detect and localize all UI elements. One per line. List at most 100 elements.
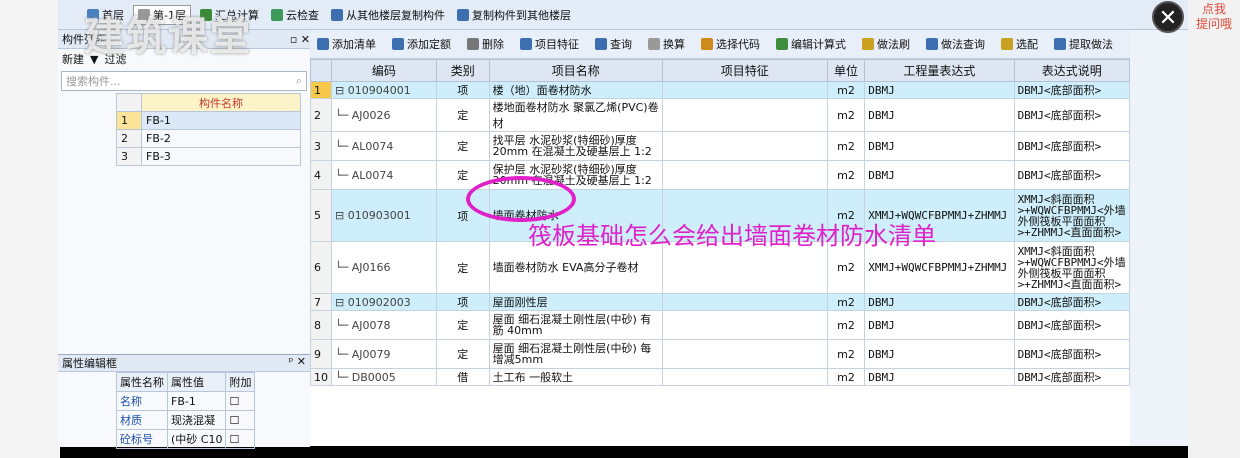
main-toolbar-item[interactable]: 添加清单 xyxy=(314,34,379,54)
property-name: 名称 xyxy=(116,391,168,411)
main-toolbar-item[interactable]: 选择代码 xyxy=(698,34,763,54)
name-cell[interactable]: 屋面 细石混凝土刚性层(中砂) 有筋 40mm xyxy=(488,310,663,340)
property-checkbox[interactable]: ☐ xyxy=(225,410,256,430)
code-cell[interactable]: └─ AJ0079 xyxy=(331,339,437,369)
main-toolbar-item[interactable]: 删除 xyxy=(464,34,507,54)
code-cell[interactable]: └─ DB0005 xyxy=(331,368,437,386)
panel-close-icon[interactable]: ▫ ✕ xyxy=(290,33,310,46)
main-toolbar-item[interactable]: 换算 xyxy=(645,34,688,54)
type-cell: 定 xyxy=(435,339,490,369)
property-row[interactable]: 名称 FB-1 ☐ xyxy=(116,391,256,411)
expression-cell[interactable]: DBMJ xyxy=(864,368,1015,386)
main-toolbar-item[interactable]: 项目特征 xyxy=(517,34,582,54)
table-row[interactable]: 4 └─ AL0074 定保护层 水泥砂浆(特细砂)厚度20mm 在混凝土及硬基层上… xyxy=(310,160,1131,190)
code-cell[interactable]: └─ AJ0078 xyxy=(331,310,437,340)
table-row[interactable]: 3 └─ AL0074 定找平层 水泥砂浆(特细砂)厚度20mm 在混凝土及硬基层上… xyxy=(310,131,1131,161)
component-row[interactable]: 2 FB-2 xyxy=(116,129,301,148)
tree-line-icon: └─ xyxy=(335,347,352,361)
property-column-header: 附加 xyxy=(225,372,256,392)
property-value[interactable]: (中砂 C10 xyxy=(166,429,227,449)
feature-cell[interactable] xyxy=(661,293,828,311)
expression-cell[interactable]: DBMJ xyxy=(864,131,1015,161)
component-name[interactable]: FB-2 xyxy=(141,129,301,148)
property-row[interactable]: 砼标号 (中砂 C10 ☐ xyxy=(116,429,256,449)
top-toolbar-item[interactable]: 云检查 xyxy=(268,5,322,25)
expression-cell[interactable]: DBMJ xyxy=(864,98,1015,132)
main-toolbar-item[interactable]: 添加定额 xyxy=(389,34,454,54)
top-toolbar-item[interactable]: 复制构件到其他楼层 xyxy=(454,5,574,25)
expression-cell[interactable]: DBMJ xyxy=(864,81,1015,99)
row-index: 2 xyxy=(310,98,332,132)
component-row[interactable]: 1 FB-1 xyxy=(116,111,301,130)
search-icon[interactable]: ⌕ xyxy=(296,74,302,88)
component-row[interactable]: 3 FB-3 xyxy=(116,147,301,166)
main-toolbar-item[interactable]: 编辑计算式 xyxy=(773,34,849,54)
pin-icon[interactable]: ᵖ ✕ xyxy=(289,355,306,371)
property-value[interactable]: 现浇混凝 xyxy=(166,410,227,430)
component-search-input[interactable]: 搜索构件... ⌕ xyxy=(61,71,307,91)
property-value[interactable]: FB-1 xyxy=(166,391,227,411)
code-cell[interactable]: └─ AJ0026 xyxy=(331,98,437,132)
code-cell[interactable]: ⊟ 010904001 xyxy=(331,81,437,99)
unit-cell: m2 xyxy=(826,339,866,369)
unit-cell: m2 xyxy=(826,98,866,132)
toolbar-icon xyxy=(1054,38,1066,50)
toolbar-label: 删除 xyxy=(482,38,504,51)
property-checkbox[interactable]: ☐ xyxy=(225,391,256,411)
table-header-row: 编码 类别 项目名称 项目特征 单位 工程量表达式 表达式说明 xyxy=(310,59,1131,82)
expression-desc-cell: DBMJ<底部面积> xyxy=(1013,160,1131,190)
table-row[interactable]: 1 ⊟ 010904001 项楼（地）面卷材防水 m2 DBMJ DBMJ<底部面积> xyxy=(310,81,1131,99)
expression-cell[interactable]: DBMJ xyxy=(864,293,1015,311)
type-cell: 定 xyxy=(435,241,490,294)
table-row[interactable]: 9 └─ AJ0079 定屋面 细石混凝土刚性层(中砂) 每增减5mm m2 DBMJ D… xyxy=(310,339,1131,369)
code-value: 010904001 xyxy=(347,83,411,97)
main-toolbar-item[interactable]: 做法查询 xyxy=(923,34,988,54)
component-name[interactable]: FB-3 xyxy=(141,147,301,166)
collapse-icon[interactable]: ⊟ xyxy=(335,296,348,309)
component-name[interactable]: FB-1 xyxy=(141,111,301,130)
feature-cell[interactable] xyxy=(661,310,828,340)
component-tool-button[interactable]: 新建 xyxy=(62,51,84,67)
main-toolbar-item[interactable]: 做法刷 xyxy=(859,34,913,54)
expression-cell[interactable]: DBMJ xyxy=(864,339,1015,369)
name-cell[interactable]: 屋面 细石混凝土刚性层(中砂) 每增减5mm xyxy=(488,339,663,369)
table-row[interactable]: 2 └─ AJ0026 定楼地面卷材防水 聚氯乙烯(PVC)卷材 m2 DBMJ DBMJ… xyxy=(310,98,1131,132)
main-toolbar-item[interactable]: 提取做法 xyxy=(1051,34,1116,54)
feature-cell[interactable] xyxy=(661,98,828,132)
close-icon[interactable]: ✕ xyxy=(1152,1,1184,33)
feature-cell[interactable] xyxy=(661,368,828,386)
feature-cell[interactable] xyxy=(661,81,828,99)
feature-cell[interactable] xyxy=(661,160,828,190)
name-cell[interactable]: 土工布 一般软土 xyxy=(488,368,663,386)
feature-cell[interactable] xyxy=(661,339,828,369)
code-cell[interactable]: └─ AL0074 xyxy=(331,160,437,190)
expression-desc-cell: XMMJ<斜面面积>+WQWCFBPMMJ<外墙外侧筏板平面面积>+ZHMMJ<… xyxy=(1013,189,1131,242)
collapse-icon[interactable]: ⊟ xyxy=(335,84,348,97)
name-cell[interactable]: 找平层 水泥砂浆(特细砂)厚度20mm 在混凝土及硬基层上 1:2 xyxy=(488,131,663,161)
name-cell[interactable]: 屋面刚性层 xyxy=(488,293,663,311)
code-cell[interactable]: ⊟ 010902003 xyxy=(331,293,437,311)
row-index: 4 xyxy=(310,160,332,190)
table-row[interactable]: 10 └─ DB0005 借土工布 一般软土 m2 DBMJ DBMJ<底部面积> xyxy=(310,368,1131,386)
expression-cell[interactable]: DBMJ xyxy=(864,310,1015,340)
table-row[interactable]: 7 ⊟ 010902003 项屋面刚性层 m2 DBMJ DBMJ<底部面积> xyxy=(310,293,1131,311)
main-toolbar-item[interactable]: 选配 xyxy=(998,34,1041,54)
table-row[interactable]: 8 └─ AJ0078 定屋面 细石混凝土刚性层(中砂) 有筋 40mm m2 DBMJ… xyxy=(310,310,1131,340)
code-cell[interactable]: └─ AJ0166 xyxy=(331,241,437,294)
unit-cell: m2 xyxy=(826,81,866,99)
toolbar-icon xyxy=(1001,38,1013,50)
name-cell[interactable]: 楼地面卷材防水 聚氯乙烯(PVC)卷材 xyxy=(488,98,663,132)
row-number: 3 xyxy=(116,147,142,166)
row-number: 2 xyxy=(116,129,142,148)
code-cell[interactable]: ⊟ 010903001 xyxy=(331,189,437,242)
feature-cell[interactable] xyxy=(661,131,828,161)
property-row[interactable]: 材质 现浇混凝 ☐ xyxy=(116,410,256,430)
collapse-icon[interactable]: ⊟ xyxy=(335,209,348,222)
code-cell[interactable]: └─ AL0074 xyxy=(331,131,437,161)
expression-cell[interactable]: DBMJ xyxy=(864,160,1015,190)
tip-badge[interactable]: 点我 提问哦 xyxy=(1190,2,1238,40)
property-checkbox[interactable]: ☐ xyxy=(225,429,256,449)
main-toolbar-item[interactable]: 查询 xyxy=(592,34,635,54)
name-cell[interactable]: 楼（地）面卷材防水 xyxy=(488,81,663,99)
top-toolbar-item[interactable]: 从其他楼层复制构件 xyxy=(328,5,448,25)
